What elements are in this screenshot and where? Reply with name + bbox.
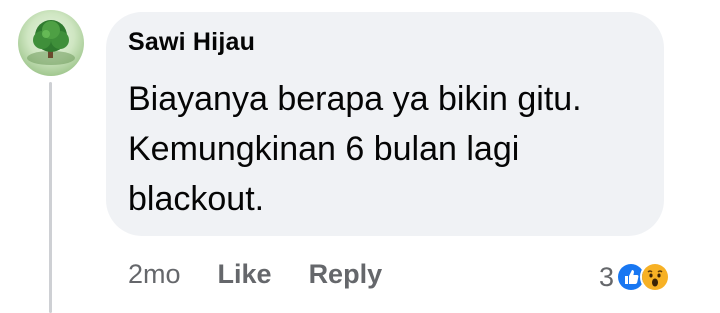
comment-actions: 2mo Like Reply: [128, 254, 419, 294]
thread-line: [49, 82, 52, 313]
wow-icon: [640, 262, 670, 292]
comment-text-line: Biayanya berapa ya bikin gitu.: [128, 80, 582, 118]
reaction-count: 3: [598, 261, 614, 292]
reaction-summary[interactable]: 3: [599, 259, 670, 295]
comment-text-line: blackout.: [128, 180, 265, 218]
comment-text-line: Kemungkinan 6 bulan lagi: [128, 130, 520, 168]
comment-timestamp[interactable]: 2mo: [128, 259, 181, 290]
avatar[interactable]: [18, 10, 84, 76]
avatar-image: [27, 20, 75, 65]
comment-text: Biayanya berapa ya bikin gitu. Kemungkin…: [128, 74, 648, 224]
reply-button[interactable]: Reply: [309, 259, 383, 290]
like-button[interactable]: Like: [218, 259, 272, 290]
comment-author[interactable]: Sawi Hijau: [128, 28, 255, 57]
